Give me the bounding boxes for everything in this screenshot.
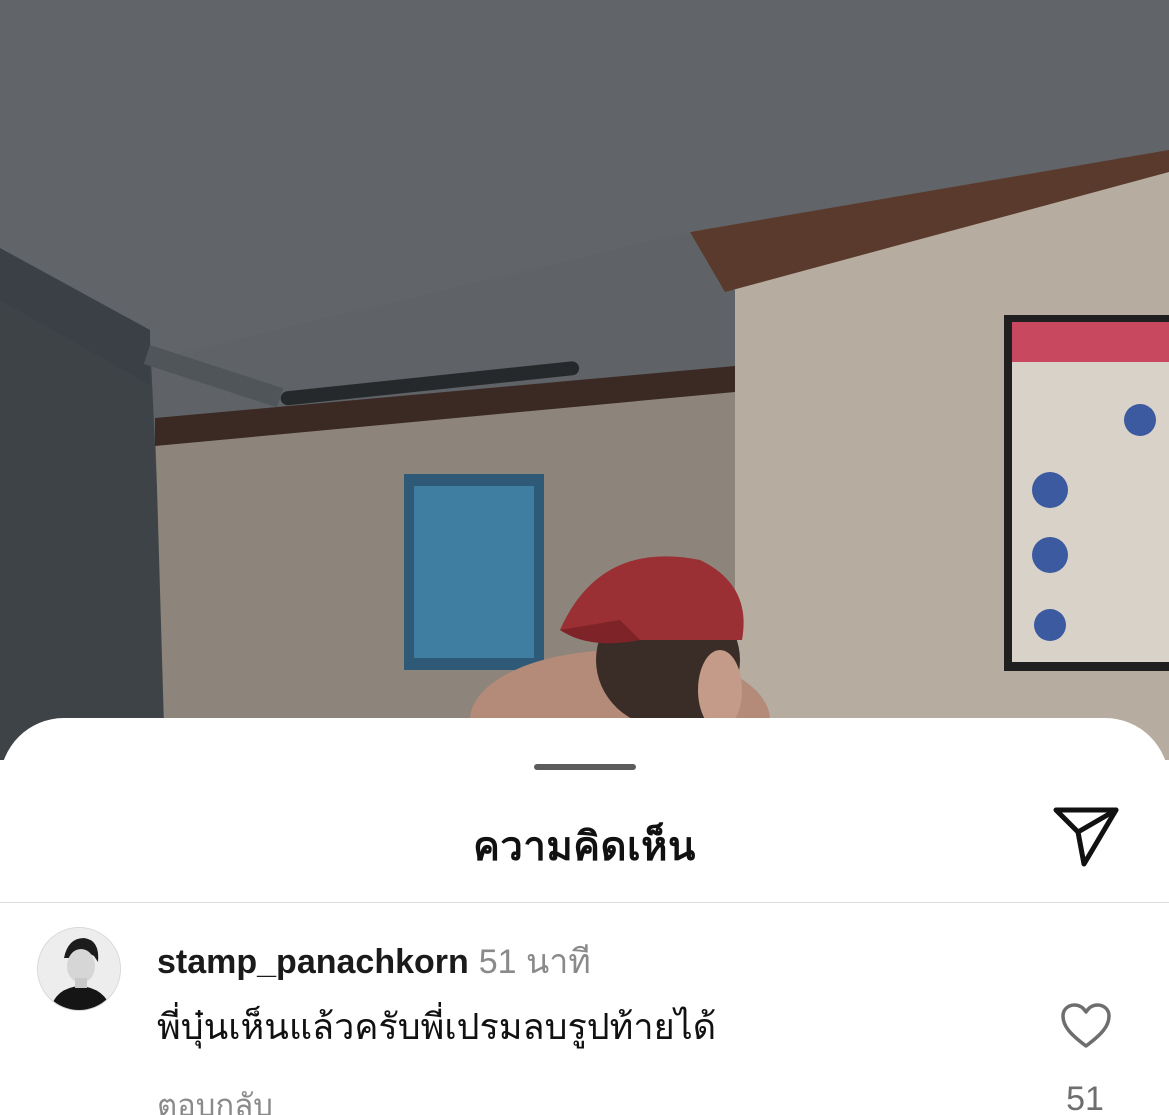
share-button[interactable]	[1050, 804, 1122, 870]
post-photo-background	[0, 0, 1169, 760]
comment-timestamp: 51 นาที	[478, 943, 591, 981]
header-divider	[0, 902, 1169, 903]
heart-outline-icon	[1061, 1003, 1111, 1048]
avatar[interactable]	[37, 927, 121, 1011]
comment-text: พี่บุ๋นเห็นแล้วครับพี่เปรมลบรูปท้ายได้	[157, 1006, 717, 1047]
comment-item: stamp_panachkorn 51 นาที พี่บุ๋นเห็นแล้วค…	[0, 904, 1169, 1115]
like-button[interactable]	[1060, 1002, 1112, 1050]
send-icon	[1053, 807, 1119, 867]
comment-header: stamp_panachkorn 51 นาที	[157, 934, 591, 988]
reply-button[interactable]: ตอบกลับ	[157, 1080, 273, 1115]
sheet-drag-handle[interactable]	[534, 764, 636, 770]
comments-sheet: ความคิดเห็น stamp_panachkorn 51 นาที พี่…	[0, 718, 1169, 1115]
comments-screen: ความคิดเห็น stamp_panachkorn 51 นาที พี่…	[0, 0, 1169, 1115]
like-count: 51	[1066, 1080, 1104, 1115]
comment-username[interactable]: stamp_panachkorn	[157, 943, 469, 981]
sheet-title: ความคิดเห็น	[473, 825, 696, 869]
